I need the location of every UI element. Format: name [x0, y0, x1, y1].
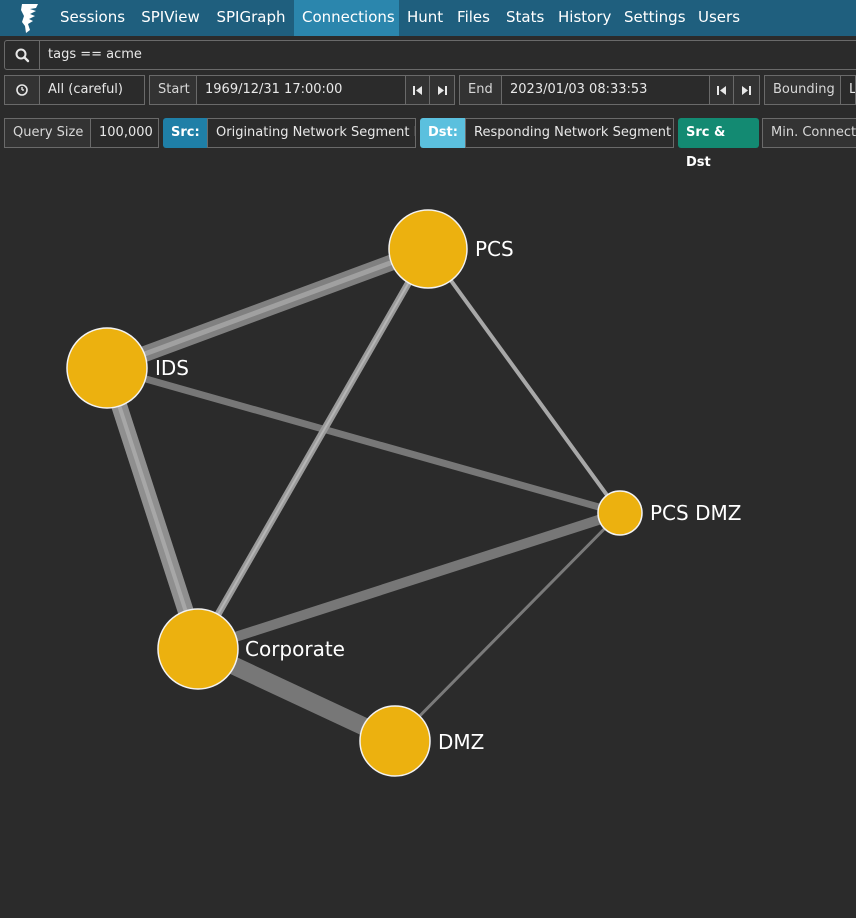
time-range-value: All (careful)	[48, 82, 123, 97]
link-pcs-pcs-dmz[interactable]	[426, 247, 622, 515]
start-first-button[interactable]	[405, 75, 430, 105]
node-label: PCS DMZ	[650, 501, 741, 525]
top-navbar: Sessions SPIView SPIGraph Connections Hunt Fi…	[0, 0, 856, 36]
nav-item-hunt[interactable]: Hunt	[399, 0, 449, 36]
node-label: PCS	[475, 237, 514, 261]
search-icon	[15, 48, 30, 63]
dst-field-select[interactable]: Responding Network Segment	[465, 118, 674, 148]
end-first-button[interactable]	[709, 75, 734, 105]
node-label: DMZ	[438, 730, 484, 754]
node-label: IDS	[155, 356, 189, 380]
query-size-select[interactable]: 100,000	[90, 118, 159, 148]
skip-forward-icon	[438, 86, 447, 95]
connections-graph[interactable]: PCS IDS PCS DMZ Corporate DMZ	[0, 150, 856, 918]
end-time-input[interactable]: 2023/01/03 08:33:53	[501, 75, 710, 105]
dst-label: Dst:	[420, 118, 466, 148]
search-button[interactable]	[4, 40, 40, 70]
nav-item-users[interactable]: Users	[690, 0, 748, 36]
nav-item-stats[interactable]: Stats	[498, 0, 550, 36]
nav-item-sessions[interactable]: Sessions	[52, 0, 133, 36]
src-field-select[interactable]: Originating Network Segment Name	[207, 118, 416, 148]
nav-item-spigraph[interactable]: SPIGraph	[208, 0, 294, 36]
src-label: Src:	[163, 118, 208, 148]
start-last-button[interactable]	[429, 75, 455, 105]
time-range-select[interactable]: All (careful)	[39, 75, 145, 105]
start-time-input[interactable]: 1969/12/31 17:00:00	[196, 75, 406, 105]
end-last-button[interactable]	[733, 75, 760, 105]
end-label: End	[459, 75, 502, 105]
nav-item-files[interactable]: Files	[449, 0, 498, 36]
min-connections-label: Min. Connections	[762, 118, 856, 148]
start-label: Start	[149, 75, 197, 105]
time-range-clock-button[interactable]	[4, 75, 40, 105]
nav-item-spiview[interactable]: SPIView	[133, 0, 208, 36]
skip-forward-icon	[742, 86, 751, 95]
skip-backward-icon	[413, 86, 422, 95]
link-ids-pcs-dmz[interactable]	[106, 364, 621, 517]
link-ids-corporate-highlight	[105, 367, 200, 650]
bounding-label: Bounding	[764, 75, 841, 105]
node-pcs-dmz[interactable]: PCS DMZ	[597, 490, 741, 536]
query-size-label: Query Size	[4, 118, 91, 148]
node-label: Corporate	[245, 637, 345, 661]
src-and-dst-legend: Src & Dst	[678, 118, 759, 170]
bounding-select[interactable]: L	[840, 75, 856, 105]
nav-item-settings[interactable]: Settings	[616, 0, 690, 36]
arkime-owl-logo-icon[interactable]	[16, 2, 44, 34]
search-input[interactable]: tags == acme	[39, 40, 856, 70]
link-ids-pcs-highlight	[106, 246, 429, 371]
node-dmz[interactable]: DMZ	[359, 705, 484, 777]
node-pcs[interactable]: PCS	[388, 209, 514, 289]
skip-backward-icon	[717, 86, 726, 95]
nav-item-history[interactable]: History	[550, 0, 616, 36]
clock-icon	[16, 84, 28, 96]
nav-item-connections[interactable]: Connections	[294, 0, 399, 36]
